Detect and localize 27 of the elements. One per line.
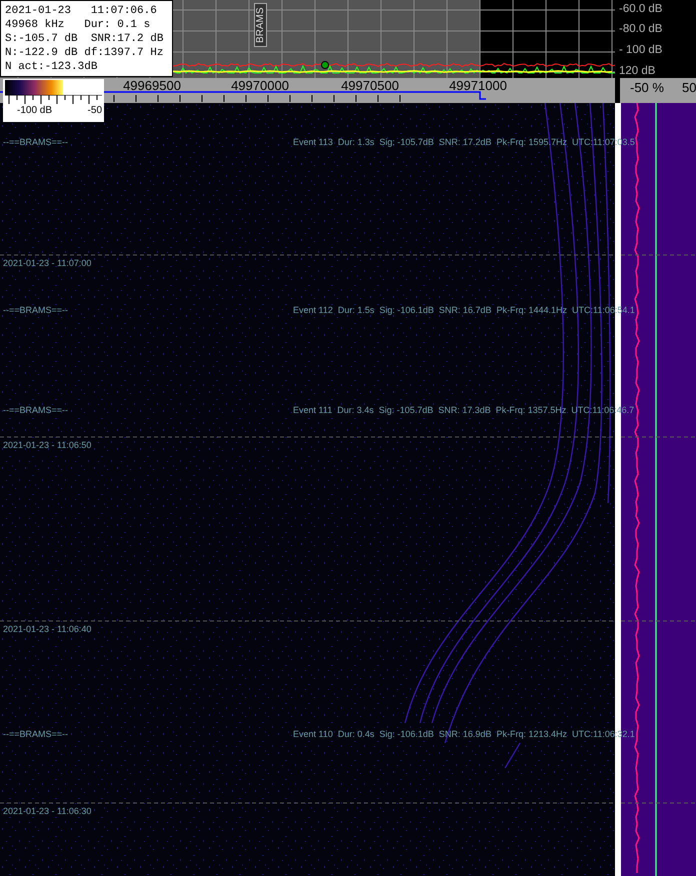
db-label: 120 dB	[619, 65, 656, 77]
info-line: 49968 kHz Dur: 0.1 s	[5, 18, 152, 32]
scale-label: -50	[88, 105, 102, 117]
info-line: S:-105.7 dB SNR:17.2 dB	[5, 32, 164, 46]
frequency-label: 49970500	[341, 78, 399, 93]
station-title: --==BRAMS==--	[3, 305, 68, 315]
station-label: BRAMS	[254, 3, 267, 47]
timestamp-label: 2021-01-23 - 11:06:30	[3, 806, 92, 816]
timestamp-label: 2021-01-23 - 11:06:50	[3, 440, 92, 450]
timestamp-label: 2021-01-23 - 11:07:00	[3, 258, 92, 268]
color-gradient	[5, 80, 63, 95]
info-line: N:-122.9 dB df:1397.7 Hz	[5, 46, 164, 60]
timestamp-label: 2021-01-23 - 11:06:40	[3, 624, 92, 634]
db-label: -60.0 dB	[619, 3, 662, 15]
scale-label: -100 dB	[17, 105, 52, 117]
db-label: - 100 dB	[619, 44, 662, 56]
info-line: 2021-01-23 11:07:06.6	[5, 4, 158, 18]
level-label: 50	[682, 79, 696, 97]
db-label: -80.0 dB	[619, 23, 662, 35]
station-title: --==BRAMS==--	[3, 137, 68, 147]
frequency-label: 49969500	[123, 78, 181, 93]
frequency-label: 49970000	[231, 78, 289, 93]
station-title: --==BRAMS==--	[3, 729, 68, 739]
info-line: N act:-123.3dB	[5, 60, 98, 74]
station-title: --==BRAMS==--	[3, 405, 68, 415]
frequency-label: 49971000	[449, 78, 507, 93]
level-label: -50 %	[630, 79, 664, 97]
